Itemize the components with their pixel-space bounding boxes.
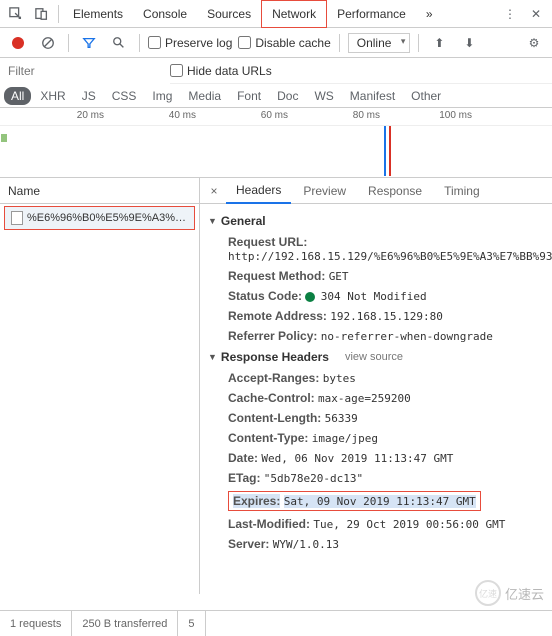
kv-date: Date: Wed, 06 Nov 2019 11:13:47 GMT	[200, 448, 552, 468]
search-icon[interactable]	[107, 32, 131, 54]
kv-request-url: Request URL: http://192.168.15.129/%E6%9…	[200, 232, 552, 266]
kv-status-code: Status Code: 304 Not Modified	[200, 286, 552, 306]
tab-elements[interactable]: Elements	[63, 0, 133, 28]
status-resources: 5	[178, 611, 205, 636]
section-response-headers[interactable]: ▼Response Headersview source	[200, 346, 552, 368]
kv-request-method: Request Method: GET	[200, 266, 552, 286]
type-css[interactable]: CSS	[105, 87, 144, 105]
type-js[interactable]: JS	[75, 87, 103, 105]
record-button[interactable]	[6, 32, 30, 54]
tab-more[interactable]: »	[416, 0, 443, 28]
tab-console[interactable]: Console	[133, 0, 197, 28]
kv-expires: Expires: Sat, 09 Nov 2019 11:13:47 GMT	[200, 488, 552, 514]
load-line	[389, 126, 391, 176]
kv-server: Server: WYW/1.0.13	[200, 534, 552, 554]
type-media[interactable]: Media	[181, 87, 228, 105]
type-all[interactable]: All	[4, 87, 31, 105]
kv-content-length: Content-Length: 56339	[200, 408, 552, 428]
status-requests: 1 requests	[0, 611, 72, 636]
kebab-icon[interactable]: ⋮	[498, 3, 522, 25]
kv-referrer-policy: Referrer Policy: no-referrer-when-downgr…	[200, 326, 552, 346]
inspect-icon[interactable]	[4, 3, 28, 25]
throttle-select[interactable]: Online	[348, 33, 411, 53]
hide-data-urls-checkbox[interactable]: Hide data URLs	[170, 64, 272, 78]
kv-content-type: Content-Type: image/jpeg	[200, 428, 552, 448]
filter-input[interactable]	[0, 58, 170, 84]
file-icon	[11, 211, 23, 225]
close-details-icon[interactable]: ×	[204, 184, 224, 198]
kv-cache-control: Cache-Control: max-age=259200	[200, 388, 552, 408]
filter-icon[interactable]	[77, 32, 101, 54]
download-icon[interactable]: ⬇	[457, 32, 481, 54]
domcontent-line	[384, 126, 386, 176]
device-icon[interactable]	[30, 3, 54, 25]
type-other[interactable]: Other	[404, 87, 448, 105]
tab-network[interactable]: Network	[261, 0, 327, 28]
timeline[interactable]: 20 ms 40 ms 60 ms 80 ms 100 ms	[0, 108, 552, 178]
tab-response[interactable]: Response	[358, 178, 432, 204]
tab-preview[interactable]: Preview	[293, 178, 356, 204]
tab-timing[interactable]: Timing	[434, 178, 490, 204]
type-font[interactable]: Font	[230, 87, 268, 105]
close-icon[interactable]: ✕	[524, 3, 548, 25]
type-img[interactable]: Img	[145, 87, 179, 105]
kv-last-modified: Last-Modified: Tue, 29 Oct 2019 00:56:00…	[200, 514, 552, 534]
tab-sources[interactable]: Sources	[197, 0, 261, 28]
preserve-log-checkbox[interactable]: Preserve log	[148, 36, 232, 50]
upload-icon[interactable]: ⬆	[427, 32, 451, 54]
view-source-link[interactable]: view source	[345, 351, 403, 363]
request-bar	[1, 134, 7, 142]
type-doc[interactable]: Doc	[270, 87, 305, 105]
watermark: 亿速 亿速云	[475, 580, 544, 606]
kv-etag: ETag: "5db78e20-dc13"	[200, 468, 552, 488]
kv-remote-address: Remote Address: 192.168.15.129:80	[200, 306, 552, 326]
request-name: %E6%96%B0%E5%9E%A3%E7...	[27, 212, 188, 224]
type-xhr[interactable]: XHR	[33, 87, 72, 105]
clear-icon[interactable]	[36, 32, 60, 54]
kv-accept-ranges: Accept-Ranges: bytes	[200, 368, 552, 388]
disable-cache-checkbox[interactable]: Disable cache	[238, 36, 330, 50]
type-manifest[interactable]: Manifest	[343, 87, 402, 105]
column-header-name[interactable]: Name	[0, 178, 199, 204]
status-dot-icon	[305, 292, 315, 302]
tab-performance[interactable]: Performance	[327, 0, 416, 28]
request-row[interactable]: %E6%96%B0%E5%9E%A3%E7...	[4, 206, 195, 230]
type-ws[interactable]: WS	[307, 87, 340, 105]
status-transferred: 250 B transferred	[72, 611, 178, 636]
settings-icon[interactable]: ⚙	[522, 32, 546, 54]
tab-headers[interactable]: Headers	[226, 178, 291, 204]
section-general[interactable]: ▼General	[200, 210, 552, 232]
